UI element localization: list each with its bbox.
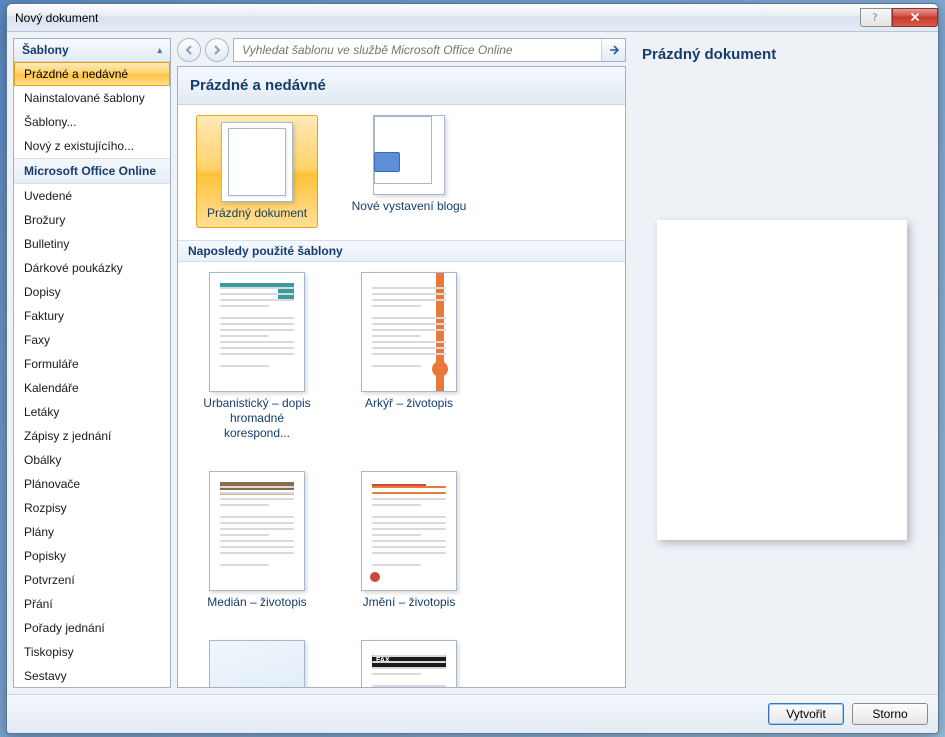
sidebar-item[interactable]: Popisky [14, 544, 170, 568]
sidebar-item[interactable]: Plánovače [14, 472, 170, 496]
sidebar-item[interactable]: Dárkové poukázky [14, 256, 170, 280]
recent-templates-row: Urbanistický – dopis hromadné korespond.… [178, 262, 625, 687]
template-label: Prázdný dokument [207, 206, 307, 221]
template-item[interactable]: Jmění – životopis [348, 471, 470, 610]
sidebar-item[interactable]: Tiskopisy [14, 640, 170, 664]
template-item[interactable]: Prázdný dokument [196, 115, 318, 228]
sidebar-item[interactable]: Letáky [14, 400, 170, 424]
sidebar-item[interactable]: Sestavy [14, 664, 170, 687]
search-go-button[interactable] [601, 39, 625, 61]
sidebar-item[interactable]: Plány [14, 520, 170, 544]
center-panel: Prázdné a nedávné Prázdný dokument Nové v… [177, 38, 626, 688]
sidebar-item[interactable]: Faktury [14, 304, 170, 328]
cancel-button[interactable]: Storno [852, 703, 928, 725]
template-item[interactable]: FAXMedián – fax hromadné korespondence [348, 640, 470, 687]
template-label: Urbanistický – dopis hromadné korespond.… [196, 396, 318, 441]
arrow-left-icon [183, 44, 195, 56]
sidebar-item[interactable]: Dopisy [14, 280, 170, 304]
nav-forward-button[interactable] [205, 38, 229, 62]
sidebar-item[interactable]: Brožury [14, 208, 170, 232]
sidebar-item[interactable]: Pořady jednání [14, 616, 170, 640]
help-icon: ? [869, 10, 883, 24]
sidebar-item[interactable]: Nainstalované šablony [14, 86, 170, 110]
sidebar-item[interactable]: Kalendáře [14, 376, 170, 400]
preview-page [657, 220, 907, 540]
template-label: Jmění – životopis [363, 595, 456, 610]
svg-text:?: ? [873, 13, 878, 24]
templates-panel: Prázdné a nedávné Prázdný dokument Nové v… [177, 66, 626, 688]
preview-box [632, 71, 932, 688]
sidebar-item[interactable]: Rozpisy [14, 496, 170, 520]
sidebar-item[interactable]: Šablony... [14, 110, 170, 134]
close-button[interactable] [892, 8, 938, 27]
sidebar-item[interactable]: Uvedené [14, 184, 170, 208]
help-button[interactable]: ? [860, 8, 892, 27]
preview-title: Prázdný dokument [632, 38, 932, 71]
top-templates-row: Prázdný dokument Nové vystavení blogu [178, 105, 625, 240]
sidebar-header-label: Šablony [22, 43, 69, 57]
sidebar-item[interactable]: Zápisy z jednání [14, 424, 170, 448]
sidebar-item[interactable]: Nový z existujícího... [14, 134, 170, 158]
sidebar-item[interactable]: Bulletiny [14, 232, 170, 256]
recent-header: Naposledy použité šablony [178, 240, 625, 262]
sidebar-item[interactable]: Formuláře [14, 352, 170, 376]
templates-scroll[interactable]: Prázdný dokument Nové vystavení blogu Nap… [178, 105, 625, 687]
dialog-footer: Vytvořit Storno [7, 694, 938, 733]
template-label: Medián – životopis [207, 595, 306, 610]
template-label: Nové vystavení blogu [352, 199, 467, 214]
titlebar: Nový dokument ? [7, 4, 938, 32]
sidebar-item[interactable]: Faxy [14, 328, 170, 352]
nav-back-button[interactable] [177, 38, 201, 62]
window-title: Nový dokument [15, 11, 860, 25]
template-item[interactable]: Normal [196, 640, 318, 687]
sidebar-item[interactable]: Microsoft Office Online [14, 158, 170, 184]
sidebar-header[interactable]: Šablony ▴ [14, 39, 170, 62]
template-item[interactable]: Urbanistický – dopis hromadné korespond.… [196, 272, 318, 441]
template-item[interactable]: Arkýř – životopis [348, 272, 470, 441]
sidebar-item[interactable]: Přání [14, 592, 170, 616]
template-label: Arkýř – životopis [365, 396, 453, 411]
sidebar-item[interactable]: Obálky [14, 448, 170, 472]
panel-title: Prázdné a nedávné [178, 67, 625, 105]
arrow-right-icon [211, 44, 223, 56]
arrow-right-icon [607, 43, 621, 57]
sidebar-list[interactable]: Prázdné a nedávnéNainstalované šablonyŠa… [14, 62, 170, 687]
sidebar-item[interactable]: Potvrzení [14, 568, 170, 592]
close-icon [908, 10, 922, 24]
search-box [233, 38, 626, 62]
template-item[interactable]: Medián – životopis [196, 471, 318, 610]
dialog-new-document: Nový dokument ? Šablony ▴ Prázdné a nedá… [6, 3, 939, 734]
template-item[interactable]: Nové vystavení blogu [348, 115, 470, 228]
nav-row [177, 38, 626, 62]
search-input[interactable] [234, 39, 601, 61]
preview-pane: Prázdný dokument [632, 38, 932, 688]
sidebar-item[interactable]: Prázdné a nedávné [14, 62, 170, 86]
sidebar: Šablony ▴ Prázdné a nedávnéNainstalované… [13, 38, 171, 688]
chevron-up-icon: ▴ [157, 45, 162, 56]
create-button[interactable]: Vytvořit [768, 703, 844, 725]
